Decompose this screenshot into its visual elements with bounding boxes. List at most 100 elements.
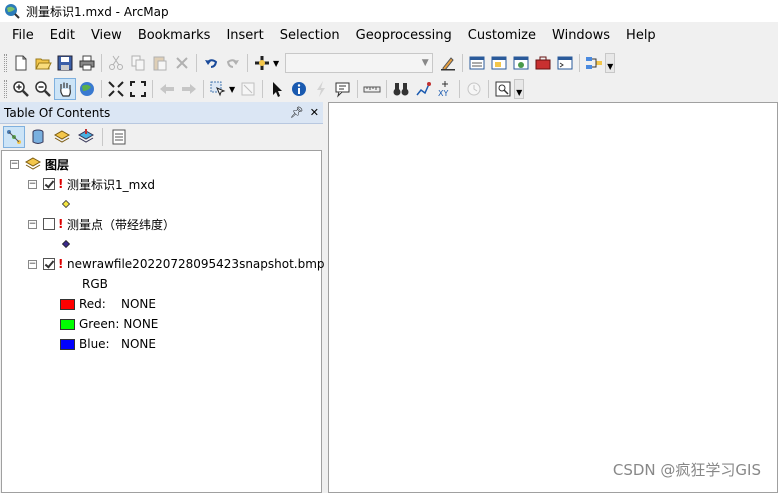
broken-source-icon: ! xyxy=(58,217,64,231)
editor-toolbar-button[interactable] xyxy=(437,52,459,74)
save-button[interactable] xyxy=(54,52,76,74)
html-popup-icon xyxy=(335,82,350,98)
list-by-selection-button[interactable] xyxy=(75,126,97,148)
close-icon[interactable]: ✕ xyxy=(310,106,319,119)
paste-button[interactable] xyxy=(149,52,171,74)
clear-selection-button[interactable] xyxy=(237,78,259,100)
catalog-window-button[interactable] xyxy=(488,52,510,74)
identify-button[interactable] xyxy=(288,78,310,100)
collapse-icon[interactable]: − xyxy=(28,219,37,229)
layer-visibility-checkbox[interactable] xyxy=(43,178,55,190)
menu-bookmarks[interactable]: Bookmarks xyxy=(130,24,219,48)
band-red-row[interactable]: Red: NONE xyxy=(60,295,156,313)
map-display[interactable]: CSDN @疯狂学习GIS xyxy=(328,102,778,493)
redo-arrow-icon xyxy=(226,59,239,68)
open-button[interactable] xyxy=(32,52,54,74)
select-features-button[interactable] xyxy=(207,78,229,100)
zoom-in-button[interactable] xyxy=(10,78,32,100)
pin-icon[interactable]: 📌︎ xyxy=(290,106,304,119)
toolbar-separator xyxy=(196,54,197,72)
toc-options-button[interactable] xyxy=(108,126,130,148)
full-extent-button[interactable] xyxy=(76,78,98,100)
map-scale-combo[interactable]: ▼ xyxy=(285,53,434,73)
band-blue-row[interactable]: Blue: NONE xyxy=(60,335,156,353)
menu-view[interactable]: View xyxy=(83,24,130,48)
find-route-button[interactable] xyxy=(412,78,434,100)
layers-icon xyxy=(53,130,71,143)
data-frame-layers-icon xyxy=(25,157,41,170)
layer-visibility-checkbox[interactable] xyxy=(43,258,55,270)
fixed-zoom-out-button[interactable] xyxy=(127,78,149,100)
find-button[interactable] xyxy=(390,78,412,100)
menu-edit[interactable]: Edit xyxy=(42,24,83,48)
toolbar-options-button[interactable]: ▼ xyxy=(605,53,616,73)
menu-insert[interactable]: Insert xyxy=(218,24,271,48)
menu-selection[interactable]: Selection xyxy=(272,24,348,48)
collapse-icon[interactable]: − xyxy=(28,179,37,189)
options-list-icon xyxy=(112,129,126,145)
band-green-row[interactable]: Green: NONE xyxy=(60,315,158,333)
toolbar-grip[interactable] xyxy=(4,80,7,98)
menu-file[interactable]: File xyxy=(4,24,42,48)
title-bar: 测量标识1.mxd - ArcMap xyxy=(0,0,778,22)
add-data-button[interactable] xyxy=(251,52,273,74)
layer-symbol-row[interactable] xyxy=(62,235,70,253)
toc-window-button[interactable] xyxy=(466,52,488,74)
copy-button[interactable] xyxy=(127,52,149,74)
database-icon xyxy=(32,129,44,144)
undo-button[interactable] xyxy=(200,52,222,74)
hyperlink-button[interactable] xyxy=(310,78,332,100)
add-data-dropdown-icon[interactable]: ▼ xyxy=(273,59,279,68)
layer-row[interactable]: − ! 测量点（带经纬度） xyxy=(28,215,175,233)
search-window-button[interactable] xyxy=(510,52,532,74)
model-builder-button[interactable] xyxy=(583,52,605,74)
html-popup-button[interactable] xyxy=(332,78,354,100)
select-features-dropdown-icon[interactable]: ▼ xyxy=(229,85,235,94)
print-button[interactable] xyxy=(76,52,98,74)
layer-visibility-checkbox[interactable] xyxy=(43,218,55,230)
route-icon xyxy=(416,82,432,96)
pan-hand-icon xyxy=(60,82,71,97)
menu-help[interactable]: Help xyxy=(618,24,664,48)
layer-row[interactable]: − ! newrawfile20220728095423snapshot.bmp xyxy=(28,255,325,273)
fixed-zoom-in-button[interactable] xyxy=(105,78,127,100)
select-elements-button[interactable] xyxy=(266,78,288,100)
tree-root-layers[interactable]: − 图层 xyxy=(10,155,69,173)
watermark-text: CSDN @疯狂学习GIS xyxy=(612,461,761,479)
toolbar-separator xyxy=(386,80,388,98)
previous-extent-button[interactable] xyxy=(156,78,178,100)
layer-symbol-row[interactable] xyxy=(62,195,70,213)
menu-geoprocessing[interactable]: Geoprocessing xyxy=(348,24,460,48)
arcmap-globe-icon xyxy=(5,4,20,19)
next-extent-button[interactable] xyxy=(178,78,200,100)
layer-row[interactable]: − ! 测量标识1_mxd xyxy=(28,175,155,193)
list-by-source-button[interactable] xyxy=(27,126,49,148)
blue-swatch-icon xyxy=(60,338,75,350)
python-window-button[interactable] xyxy=(554,52,576,74)
editor-pencil-icon xyxy=(441,57,456,71)
time-slider-button[interactable] xyxy=(463,78,485,100)
band-label: Blue: xyxy=(79,337,110,351)
list-by-visibility-button[interactable] xyxy=(51,126,73,148)
new-document-button[interactable] xyxy=(10,52,32,74)
toolbar-options-button[interactable]: ▼ xyxy=(514,79,525,99)
pan-button[interactable] xyxy=(54,78,76,100)
cut-button[interactable] xyxy=(105,52,127,74)
list-by-drawing-order-button[interactable] xyxy=(3,126,25,148)
zoom-out-button[interactable] xyxy=(32,78,54,100)
delete-button[interactable] xyxy=(171,52,193,74)
collapse-icon[interactable]: − xyxy=(28,259,37,269)
add-data-plus-icon xyxy=(255,56,269,70)
toolbar-grip[interactable] xyxy=(4,54,7,72)
go-to-xy-button[interactable]: XY xyxy=(434,78,456,100)
menu-customize[interactable]: Customize xyxy=(460,24,544,48)
menu-windows[interactable]: Windows xyxy=(544,24,618,48)
redo-button[interactable] xyxy=(222,52,244,74)
catalog-icon xyxy=(491,56,507,70)
measure-button[interactable] xyxy=(361,78,383,100)
collapse-icon[interactable]: − xyxy=(10,159,19,169)
arctoolbox-button[interactable] xyxy=(532,52,554,74)
globe-icon xyxy=(80,82,94,96)
viewer-window-button[interactable] xyxy=(492,78,514,100)
toolbar-separator xyxy=(579,54,581,72)
